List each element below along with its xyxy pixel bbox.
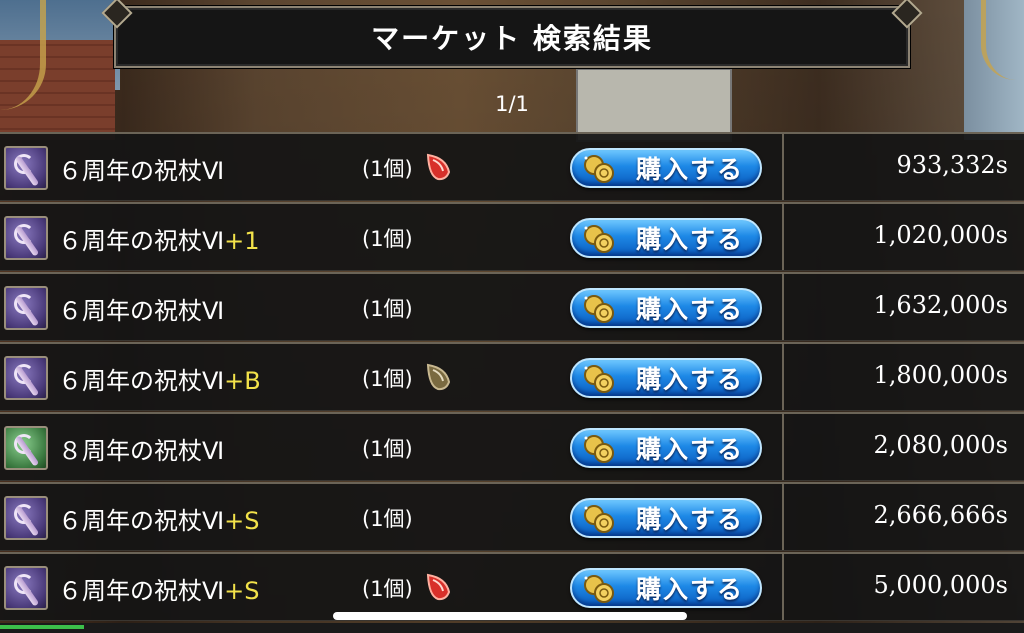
purple-staff-icon[interactable] xyxy=(4,146,48,190)
item-name: ８周年の祝杖Ⅵ xyxy=(58,431,224,466)
buy-button-label: 購入する xyxy=(635,155,744,184)
item-name-base: ８周年の祝杖Ⅵ xyxy=(58,437,225,465)
coins-icon xyxy=(584,155,614,183)
buy-button-label: 購入する xyxy=(635,365,744,394)
listing-row[interactable]: ６周年の祝杖Ⅵ (1個) 購入する 933,332s xyxy=(0,132,1024,201)
purple-staff-icon[interactable] xyxy=(4,216,48,260)
buy-button[interactable]: 購入する xyxy=(570,358,762,398)
brown-gem-icon xyxy=(426,363,451,391)
purple-staff-icon[interactable] xyxy=(4,496,48,540)
item-quantity: (1個) xyxy=(362,227,413,251)
buy-button-label: 購入する xyxy=(635,505,744,534)
progress-strip xyxy=(0,625,84,629)
item-name-base: ６周年の祝杖Ⅵ xyxy=(58,367,225,395)
coins-icon xyxy=(584,295,614,323)
item-name: ６周年の祝杖Ⅵ+B xyxy=(58,361,261,396)
market-listing-list: ６周年の祝杖Ⅵ (1個) 購入する 933,332s ６周年の祝杖Ⅵ+1 (1個) 購入する… xyxy=(0,132,1024,622)
row-divider xyxy=(782,134,784,200)
green-staff-icon[interactable] xyxy=(4,426,48,470)
item-price: 1,632,000s xyxy=(873,291,1008,319)
item-enhancement-suffix: +B xyxy=(224,367,261,395)
buy-button[interactable]: 購入する xyxy=(570,428,762,468)
coins-icon xyxy=(584,505,614,533)
coins-icon xyxy=(584,225,614,253)
item-name: ６周年の祝杖Ⅵ xyxy=(58,151,224,186)
item-name: ６周年の祝杖Ⅵ+S xyxy=(58,571,259,606)
item-price: 933,332s xyxy=(896,151,1008,179)
buy-button-label: 購入する xyxy=(635,435,744,464)
title-bar: マーケット 検索結果 xyxy=(114,6,910,68)
red-gem-icon xyxy=(426,573,451,601)
listing-row[interactable]: ６周年の祝杖Ⅵ (1個) 購入する 1,632,000s xyxy=(0,272,1024,341)
item-name-base: ６周年の祝杖Ⅵ xyxy=(58,297,225,325)
bottom-bar xyxy=(0,623,1024,633)
listing-row[interactable]: ６周年の祝杖Ⅵ+S (1個) 購入する 2,666,666s xyxy=(0,482,1024,551)
buy-button[interactable]: 購入する xyxy=(570,218,762,258)
item-quantity: (1個) xyxy=(362,577,413,601)
item-quantity: (1個) xyxy=(362,437,413,461)
item-name: ６周年の祝杖Ⅵ+S xyxy=(58,501,259,536)
page-title: マーケット 検索結果 xyxy=(371,22,653,55)
item-enhancement-suffix: +1 xyxy=(224,227,260,255)
item-name-base: ６周年の祝杖Ⅵ xyxy=(58,157,225,185)
item-name: ６周年の祝杖Ⅵ+1 xyxy=(58,221,260,256)
item-quantity: (1個) xyxy=(362,367,413,391)
home-indicator[interactable] xyxy=(333,612,687,620)
purple-staff-icon[interactable] xyxy=(4,566,48,610)
item-name-base: ６周年の祝杖Ⅵ xyxy=(58,227,225,255)
listing-row[interactable]: ６周年の祝杖Ⅵ+1 (1個) 購入する 1,020,000s xyxy=(0,202,1024,271)
buy-button-label: 購入する xyxy=(635,225,744,254)
item-price: 2,666,666s xyxy=(873,501,1008,529)
listing-row[interactable]: ６周年の祝杖Ⅵ+B (1個) 購入する 1,800,000s xyxy=(0,342,1024,411)
buy-button-label: 購入する xyxy=(635,295,744,324)
row-divider xyxy=(782,554,784,620)
item-quantity: (1個) xyxy=(362,297,413,321)
item-price: 2,080,000s xyxy=(873,431,1008,459)
row-divider xyxy=(782,414,784,480)
buy-button[interactable]: 購入する xyxy=(570,288,762,328)
row-divider xyxy=(782,274,784,340)
item-enhancement-suffix: +S xyxy=(224,507,260,535)
purple-staff-icon[interactable] xyxy=(4,356,48,400)
coins-icon xyxy=(584,575,614,603)
item-name-base: ６周年の祝杖Ⅵ xyxy=(58,507,225,535)
buy-button-label: 購入する xyxy=(635,575,744,604)
page-indicator: 1/1 xyxy=(495,92,529,116)
listing-row[interactable]: ８周年の祝杖Ⅵ (1個) 購入する 2,080,000s xyxy=(0,412,1024,481)
coins-icon xyxy=(584,365,614,393)
item-price: 1,800,000s xyxy=(873,361,1008,389)
buy-button[interactable]: 購入する xyxy=(570,498,762,538)
item-quantity: (1個) xyxy=(362,507,413,531)
row-divider xyxy=(782,484,784,550)
item-price: 5,000,000s xyxy=(873,571,1008,599)
purple-staff-icon[interactable] xyxy=(4,286,48,330)
item-enhancement-suffix: +S xyxy=(224,577,260,605)
item-name-base: ６周年の祝杖Ⅵ xyxy=(58,577,225,605)
row-divider xyxy=(782,204,784,270)
buy-button[interactable]: 購入する xyxy=(570,148,762,188)
item-name: ６周年の祝杖Ⅵ xyxy=(58,291,224,326)
item-price: 1,020,000s xyxy=(873,221,1008,249)
coins-icon xyxy=(584,435,614,463)
listing-row[interactable]: ６周年の祝杖Ⅵ+S (1個) 購入する 5,000,000s xyxy=(0,552,1024,621)
item-quantity: (1個) xyxy=(362,157,413,181)
red-gem-icon xyxy=(426,153,451,181)
buy-button[interactable]: 購入する xyxy=(570,568,762,608)
row-divider xyxy=(782,344,784,410)
